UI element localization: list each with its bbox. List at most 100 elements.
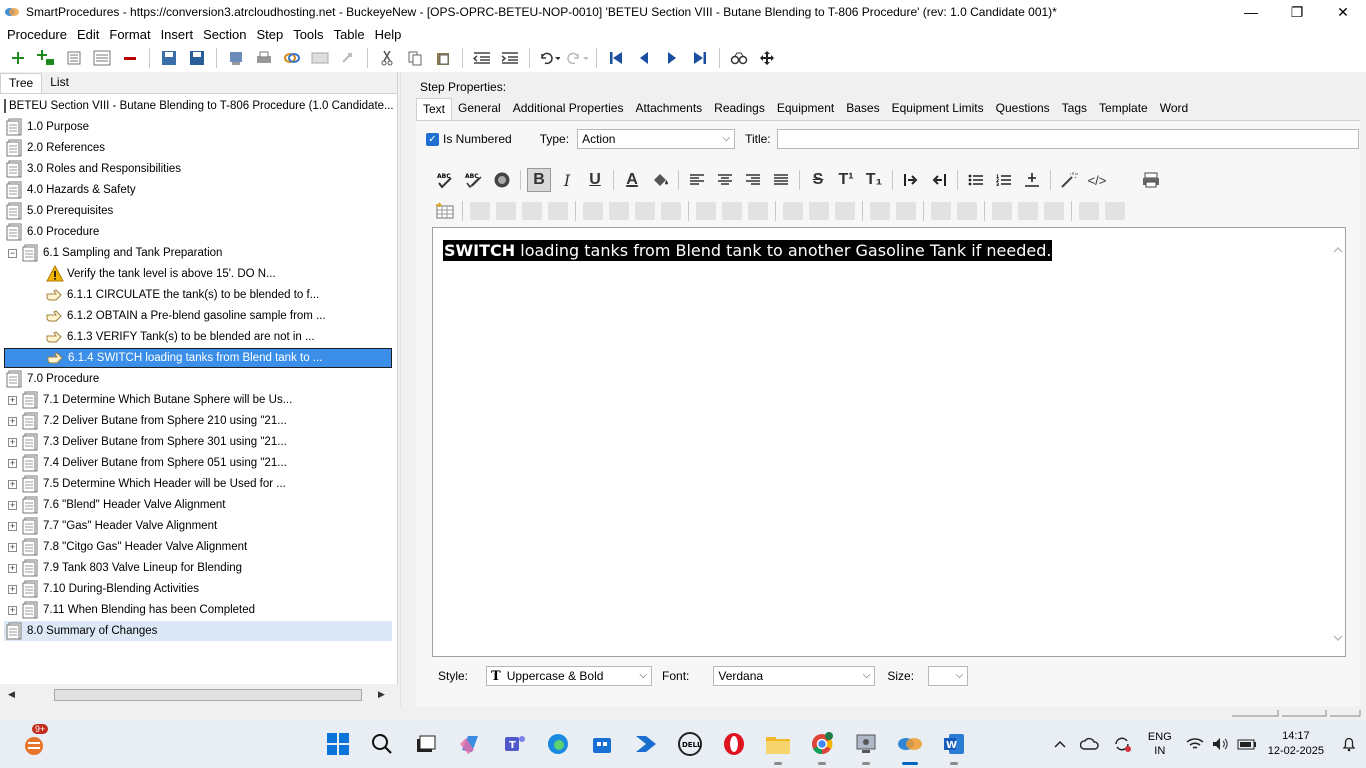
redo-icon[interactable] bbox=[566, 47, 588, 69]
italic-button[interactable]: I bbox=[555, 168, 579, 192]
power-automate-icon[interactable] bbox=[630, 728, 662, 760]
menu-section[interactable]: Section bbox=[198, 27, 251, 42]
input-language[interactable]: ENG bbox=[1148, 730, 1172, 744]
tab-tree[interactable]: Tree bbox=[0, 73, 43, 93]
expand-icon[interactable]: + bbox=[8, 416, 17, 426]
spellcheck-icon[interactable]: ABC bbox=[434, 168, 458, 192]
bold-button[interactable]: B bbox=[527, 168, 551, 192]
expand-icon[interactable]: + bbox=[8, 458, 17, 468]
underline-button[interactable]: U bbox=[583, 168, 607, 192]
menu-insert[interactable]: Insert bbox=[156, 27, 199, 42]
clock[interactable]: 14:17 12-02-2025 bbox=[1268, 729, 1324, 759]
tree-item-7-5[interactable]: + 7.5 Determine Which Header will be Use… bbox=[8, 474, 286, 494]
expand-icon[interactable]: + bbox=[8, 437, 17, 447]
tree-item-7-6[interactable]: + 7.6 "Blend" Header Valve Alignment bbox=[8, 495, 225, 515]
expand-icon[interactable]: + bbox=[8, 500, 17, 510]
tree-item-5-0[interactable]: 5.0 Prerequisites bbox=[6, 201, 113, 221]
search-binoculars-icon[interactable] bbox=[728, 47, 750, 69]
expand-icon[interactable]: + bbox=[8, 479, 17, 489]
insert-table-icon[interactable] bbox=[435, 202, 455, 220]
indent-icon[interactable] bbox=[499, 47, 521, 69]
tree-horizontal-scrollbar[interactable]: ◀ ▶ bbox=[0, 684, 398, 706]
superscript-button[interactable]: T¹ bbox=[834, 168, 858, 192]
expand-icon[interactable]: + bbox=[8, 605, 17, 615]
outdent-icon[interactable] bbox=[471, 47, 493, 69]
previous-icon[interactable] bbox=[633, 47, 655, 69]
tree-item-7-4[interactable]: + 7.4 Deliver Butane from Sphere 051 usi… bbox=[8, 453, 287, 473]
justify-icon[interactable] bbox=[769, 168, 793, 192]
tab-questions[interactable]: Questions bbox=[990, 98, 1056, 120]
tree-item-7-1[interactable]: + 7.1 Determine Which Butane Sphere will… bbox=[8, 390, 292, 410]
vpn-cloud-icon[interactable] bbox=[1078, 728, 1102, 760]
expand-icon[interactable]: + bbox=[8, 521, 17, 531]
add-child-icon[interactable] bbox=[35, 47, 57, 69]
show-hidden-icons-icon[interactable] bbox=[1050, 728, 1070, 760]
start-icon[interactable] bbox=[322, 728, 354, 760]
tab-text[interactable]: Text bbox=[416, 98, 453, 120]
color-wheel-icon[interactable] bbox=[490, 168, 514, 192]
align-right-icon[interactable] bbox=[741, 168, 765, 192]
notifications-bell-icon[interactable] bbox=[1340, 728, 1358, 760]
is-numbered-checkbox[interactable]: ✓ bbox=[426, 132, 439, 146]
undo-icon[interactable] bbox=[538, 47, 560, 69]
expand-icon[interactable]: + bbox=[8, 395, 17, 405]
strikethrough-button[interactable]: S bbox=[806, 168, 830, 192]
dell-icon[interactable]: DELL bbox=[674, 728, 706, 760]
copilot-icon[interactable] bbox=[454, 728, 486, 760]
tree-root[interactable]: BETEU Section VIII - Butane Blending to … bbox=[4, 96, 394, 116]
insert-line-icon[interactable] bbox=[1020, 168, 1044, 192]
numbered-list-icon[interactable]: 123 bbox=[992, 168, 1016, 192]
scrollbar-thumb[interactable] bbox=[54, 689, 362, 701]
teams-icon[interactable]: T bbox=[498, 728, 530, 760]
tree-item-7-10[interactable]: + 7.10 During-Blending Activities bbox=[8, 579, 199, 599]
opera-icon[interactable] bbox=[718, 728, 750, 760]
tab-additional-properties[interactable]: Additional Properties bbox=[507, 98, 630, 120]
font-select[interactable]: Verdana ⌵ bbox=[713, 666, 876, 686]
align-left-icon[interactable] bbox=[685, 168, 709, 192]
pane-splitter[interactable] bbox=[400, 72, 408, 706]
tree-item-7-9[interactable]: + 7.9 Tank 803 Valve Lineup for Blending bbox=[8, 558, 242, 578]
tree-item-7-8[interactable]: + 7.8 "Citgo Gas" Header Valve Alignment bbox=[8, 537, 247, 557]
bullet-list-icon[interactable] bbox=[964, 168, 988, 192]
edge-icon[interactable] bbox=[542, 728, 574, 760]
tree-item-7-2[interactable]: + 7.2 Deliver Butane from Sphere 210 usi… bbox=[8, 411, 287, 431]
move-icon[interactable] bbox=[756, 47, 778, 69]
html-source-button[interactable]: </> bbox=[1085, 168, 1109, 192]
widgets-icon[interactable]: 9+ bbox=[18, 724, 50, 760]
title-input[interactable] bbox=[776, 129, 1359, 149]
last-icon[interactable] bbox=[689, 47, 711, 69]
tree-step-6-1-3[interactable]: 6.1.3 VERIFY Tank(s) to be blended are n… bbox=[46, 327, 315, 347]
tree-step-6-1-4-selected[interactable]: 6.1.4 SWITCH loading tanks from Blend ta… bbox=[4, 348, 392, 368]
window-icon[interactable] bbox=[309, 47, 331, 69]
print-icon[interactable] bbox=[253, 47, 275, 69]
printer-icon[interactable] bbox=[1139, 168, 1163, 192]
tree-item-8-0[interactable]: 8.0 Summary of Changes bbox=[4, 621, 392, 641]
task-view-icon[interactable] bbox=[410, 728, 442, 760]
next-icon[interactable] bbox=[661, 47, 683, 69]
tree-item-1-0[interactable]: 1.0 Purpose bbox=[6, 117, 89, 137]
menu-help[interactable]: Help bbox=[370, 27, 407, 42]
chrome-icon[interactable] bbox=[806, 728, 838, 765]
paste-icon[interactable] bbox=[432, 47, 454, 69]
smartprocedures-icon[interactable] bbox=[894, 728, 926, 765]
size-select[interactable]: ⌵ bbox=[928, 666, 969, 686]
menu-step[interactable]: Step bbox=[251, 27, 288, 42]
remove-icon[interactable] bbox=[119, 47, 141, 69]
scroll-right-icon[interactable]: ▶ bbox=[378, 689, 385, 700]
editor-vertical-scrollbar[interactable] bbox=[1331, 228, 1345, 656]
list-icon[interactable] bbox=[63, 47, 85, 69]
tab-readings[interactable]: Readings bbox=[708, 98, 771, 120]
menu-edit[interactable]: Edit bbox=[72, 27, 104, 42]
font-color-button[interactable]: A bbox=[620, 168, 644, 192]
tree-item-7-0[interactable]: 7.0 Procedure bbox=[6, 369, 99, 389]
tree-item-2-0[interactable]: 2.0 References bbox=[6, 138, 105, 158]
scroll-left-icon[interactable]: ◀ bbox=[8, 689, 15, 700]
list-alt-icon[interactable] bbox=[91, 47, 113, 69]
tab-list[interactable]: List bbox=[42, 73, 77, 93]
tab-equipment[interactable]: Equipment bbox=[771, 98, 840, 120]
minimize-button[interactable]: — bbox=[1228, 0, 1274, 24]
save-all-icon[interactable] bbox=[186, 47, 208, 69]
export-icon[interactable] bbox=[225, 47, 247, 69]
menu-format[interactable]: Format bbox=[104, 27, 155, 42]
tree-item-4-0[interactable]: 4.0 Hazards & Safety bbox=[6, 180, 136, 200]
